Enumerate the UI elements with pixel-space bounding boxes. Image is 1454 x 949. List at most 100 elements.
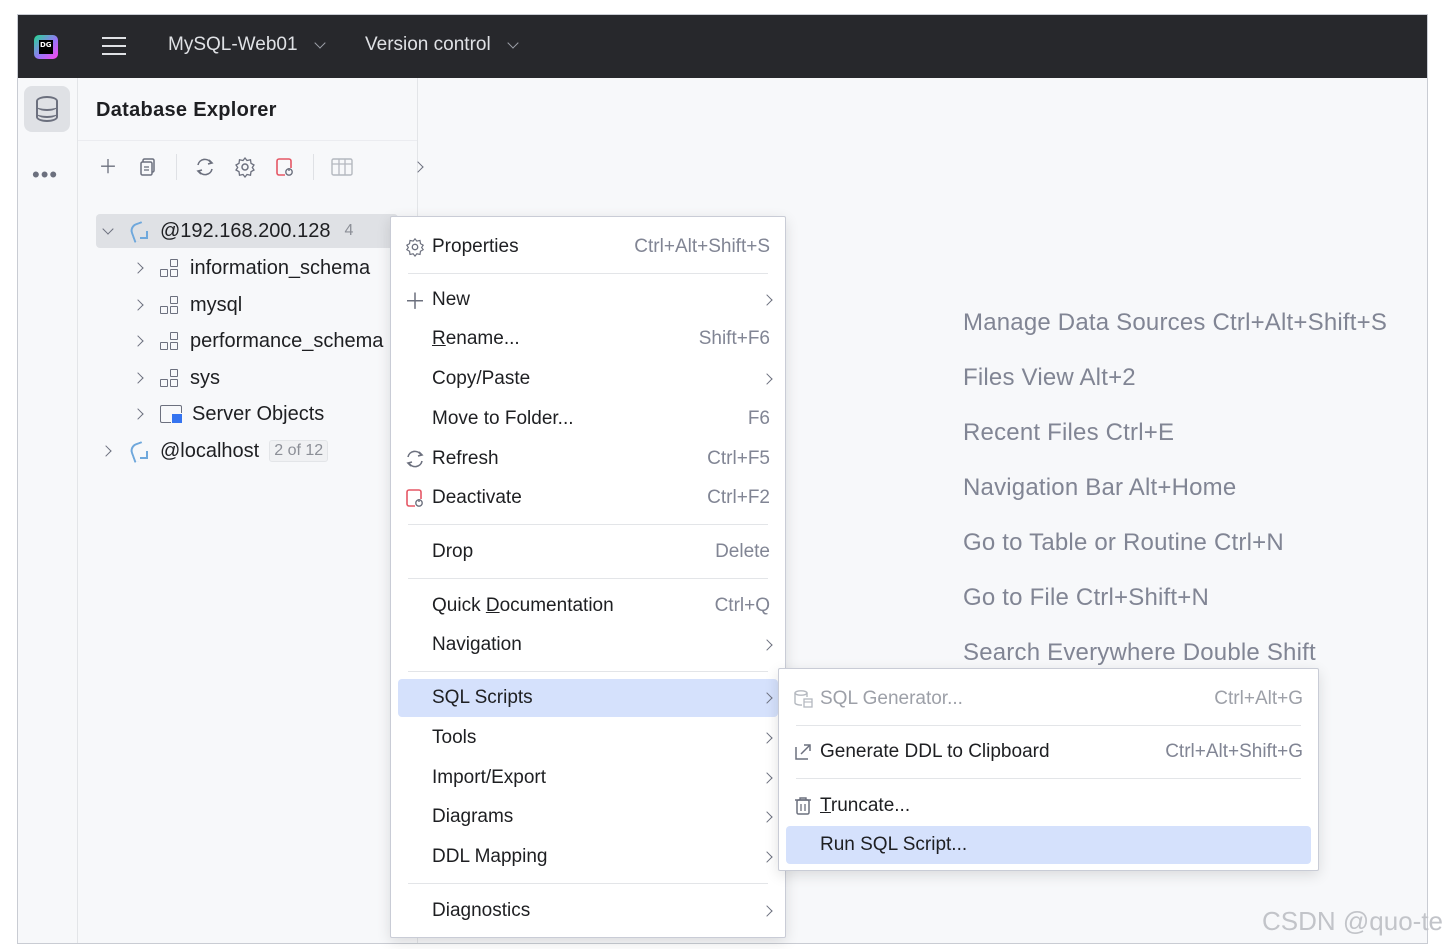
- schema-icon: [160, 332, 178, 350]
- menu-shortcut: F6: [747, 408, 770, 429]
- menu-shortcut: Ctrl+Alt+Shift+G: [1165, 741, 1303, 762]
- divider: [78, 140, 417, 141]
- tree-node-schema[interactable]: sys: [132, 361, 220, 395]
- menu-item-tools[interactable]: Tools: [398, 719, 778, 757]
- table-view-icon[interactable]: [330, 155, 354, 179]
- menu-item-run-sql-script[interactable]: Run SQL Script...: [786, 826, 1311, 864]
- tree-node-label: information_schema: [190, 256, 371, 279]
- sql-scripts-submenu: SQL Generator... Ctrl+Alt+G Generate DDL…: [778, 668, 1319, 871]
- menu-separator: [796, 725, 1301, 726]
- chevron-right-icon[interactable]: [132, 372, 144, 384]
- menu-item-sql-scripts[interactable]: SQL Scripts: [398, 679, 778, 717]
- menu-item-navigation[interactable]: Navigation: [398, 626, 778, 664]
- menu-item-ddl-mapping[interactable]: DDL Mapping: [398, 838, 778, 876]
- menu-label: Refresh: [432, 448, 499, 469]
- menu-label: Diagrams: [432, 806, 514, 827]
- main-menu-icon[interactable]: [102, 33, 128, 59]
- logo-text: DG: [40, 41, 52, 49]
- menu-item-deactivate[interactable]: Deactivate Ctrl+F2: [398, 479, 778, 517]
- settings-icon[interactable]: [233, 155, 257, 179]
- tree-node-label: sys: [190, 366, 220, 389]
- chevron-right-icon[interactable]: [100, 445, 112, 457]
- hint-line: Manage Data Sources Ctrl+Alt+Shift+S: [963, 309, 1388, 336]
- menu-separator: [408, 671, 768, 672]
- menu-shortcut: Ctrl+Alt+Shift+S: [634, 236, 770, 257]
- menu-separator: [408, 578, 768, 579]
- menu-item-copy-paste[interactable]: Copy/Paste: [398, 360, 778, 398]
- hint-line: Go to File Ctrl+Shift+N: [963, 584, 1210, 611]
- menu-separator: [408, 273, 768, 274]
- tree-node-label: @192.168.200.128: [160, 219, 331, 242]
- chevron-right-icon: [756, 639, 778, 651]
- menu-item-properties[interactable]: Properties Ctrl+Alt+Shift+S: [398, 228, 778, 266]
- tree-node-schema[interactable]: mysql: [132, 288, 242, 322]
- copy-icon[interactable]: [136, 155, 160, 179]
- menu-label: Generate DDL to Clipboard: [820, 741, 1050, 762]
- more-tools-icon[interactable]: •••: [32, 162, 58, 188]
- datagrip-logo-icon[interactable]: DG: [34, 35, 58, 59]
- chevron-right-icon: [756, 811, 778, 823]
- chevron-down-icon[interactable]: [102, 223, 114, 235]
- tree-node-schema[interactable]: performance_schema: [132, 324, 383, 358]
- chevron-right-icon: [756, 905, 778, 917]
- chevron-right-icon[interactable]: [406, 155, 430, 179]
- menu-label: Rename...: [432, 328, 520, 349]
- empty-editor-hints: Manage Data Sources Ctrl+Alt+Shift+S Fil…: [963, 309, 1387, 694]
- project-selector[interactable]: MySQL-Web01: [168, 34, 326, 56]
- tree-node-datasource[interactable]: @192.168.200.128 4: [96, 214, 398, 248]
- menu-item-rename[interactable]: Rename... Shift+F6: [398, 320, 778, 358]
- chevron-right-icon[interactable]: [132, 408, 144, 420]
- menu-label: Truncate...: [820, 795, 911, 816]
- chevron-right-icon: [756, 373, 778, 385]
- add-icon[interactable]: ＋: [96, 155, 120, 179]
- database-explorer-panel: Database Explorer ＋ @192.168.200.128 4 i…: [78, 78, 424, 943]
- server-objects-icon: [160, 405, 183, 424]
- menu-item-sql-generator[interactable]: SQL Generator... Ctrl+Alt+G: [786, 680, 1311, 718]
- chevron-right-icon: [756, 772, 778, 784]
- menu-item-import-export[interactable]: Import/Export: [398, 759, 778, 797]
- menu-label: Diagnostics: [432, 900, 531, 921]
- menu-item-move-to-folder[interactable]: Move to Folder... F6: [398, 400, 778, 438]
- menu-item-drop[interactable]: Drop Delete: [398, 533, 778, 571]
- tree-node-server-objects[interactable]: Server Objects: [132, 397, 324, 431]
- chevron-right-icon[interactable]: [132, 299, 144, 311]
- vcs-selector[interactable]: Version control: [365, 34, 519, 56]
- menu-separator: [408, 883, 768, 884]
- menu-label: New: [432, 289, 471, 310]
- watermark: CSDN @quo-te: [1262, 906, 1444, 936]
- menu-item-truncate[interactable]: Truncate...: [786, 787, 1311, 825]
- tree-node-datasource[interactable]: @localhost 2 of 12: [100, 434, 329, 468]
- chevron-right-icon[interactable]: [132, 335, 144, 347]
- tree-node-schema[interactable]: information_schema: [132, 251, 371, 285]
- hint-line: Navigation Bar Alt+Home: [963, 474, 1237, 501]
- menu-label: Navigation: [432, 634, 522, 655]
- menu-label: Tools: [432, 727, 477, 748]
- chevron-right-icon: [756, 294, 778, 306]
- plus-icon: ＋: [403, 289, 426, 314]
- trash-icon: [786, 796, 820, 816]
- menu-label: Quick Documentation: [432, 595, 614, 616]
- database-tool-icon[interactable]: [24, 86, 70, 132]
- count-badge: 2 of 12: [269, 440, 329, 462]
- chevron-right-icon: [756, 732, 778, 744]
- refresh-icon: [398, 448, 432, 470]
- refresh-icon[interactable]: [193, 155, 217, 179]
- gear-icon: [398, 237, 432, 257]
- menu-item-quick-documentation[interactable]: Quick Documentation Ctrl+Q: [398, 587, 778, 625]
- menu-item-new[interactable]: ＋ New: [398, 281, 778, 319]
- menu-item-generate-ddl[interactable]: Generate DDL to Clipboard Ctrl+Alt+Shift…: [786, 733, 1311, 771]
- menu-label: Move to Folder...: [432, 408, 574, 429]
- deactivate-icon[interactable]: [273, 155, 297, 179]
- menu-item-refresh[interactable]: Refresh Ctrl+F5: [398, 440, 778, 478]
- explorer-toolbar: ＋: [96, 152, 430, 182]
- menu-item-diagrams[interactable]: Diagrams: [398, 798, 778, 836]
- hint-line: Files View Alt+2: [963, 364, 1136, 391]
- mysql-icon: [128, 221, 148, 241]
- menu-shortcut: Delete: [715, 541, 770, 562]
- toolbar-separator: [313, 154, 314, 180]
- chevron-down-icon: [313, 37, 326, 49]
- menu-item-diagnostics[interactable]: Diagnostics: [398, 892, 778, 930]
- chevron-right-icon[interactable]: [132, 262, 144, 274]
- count-badge: 4: [344, 222, 354, 239]
- menu-shortcut: Shift+F6: [698, 328, 770, 349]
